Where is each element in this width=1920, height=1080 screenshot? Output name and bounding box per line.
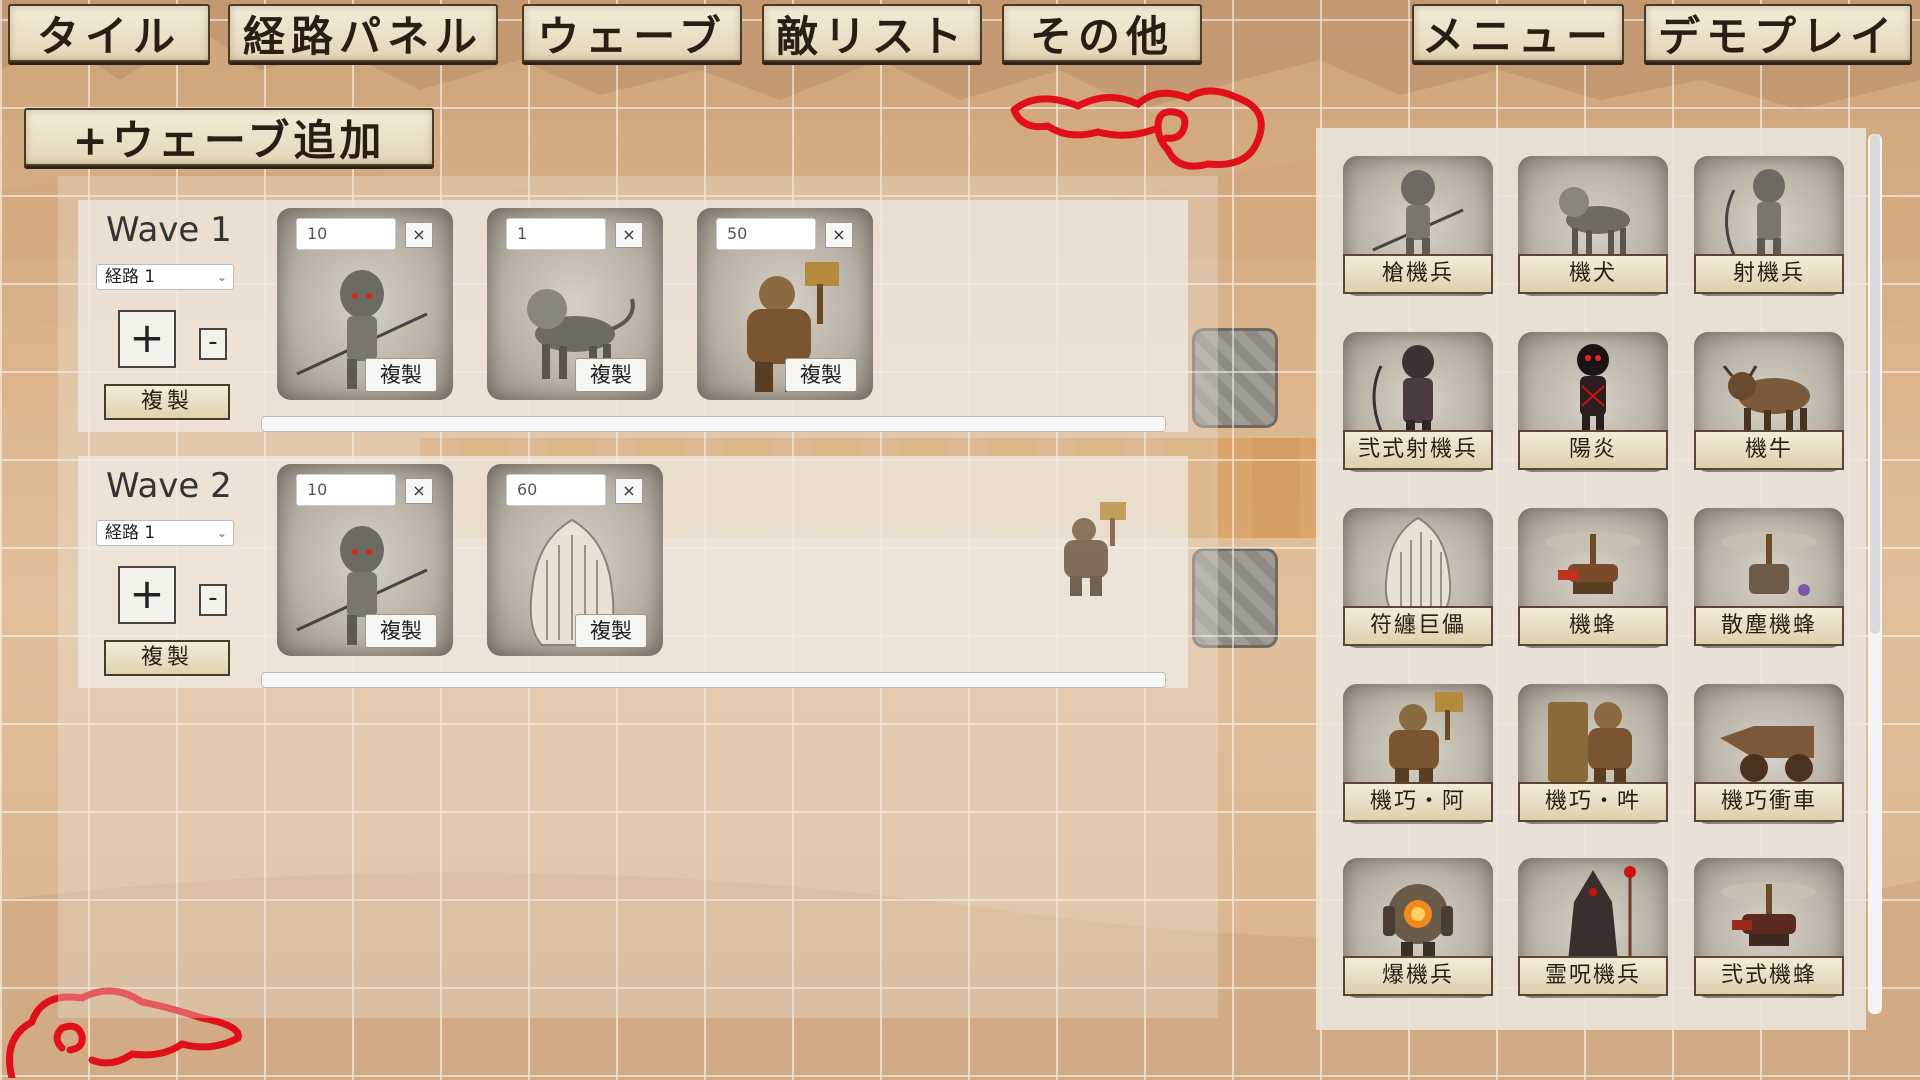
palette-enemy-label: 機牛 — [1694, 430, 1844, 470]
bomb-soldier-icon — [1383, 884, 1453, 962]
hammer-golem-icon — [1064, 502, 1126, 596]
palette-enemy-label: 射機兵 — [1694, 254, 1844, 294]
palette-enemy-label: 機巧衝車 — [1694, 782, 1844, 822]
palette-enemy-label: 機巧・吽 — [1518, 782, 1668, 822]
add-enemy-button[interactable]: + — [118, 566, 176, 624]
enemy-count-input[interactable]: 10 — [296, 474, 396, 506]
remove-enemy-entry-button[interactable]: × — [405, 222, 433, 248]
mech-bull-icon — [1722, 365, 1810, 432]
tab-tile[interactable]: タイル — [8, 4, 210, 62]
wave-controls: Wave 2 経路 1 ⌄ + - 複製 — [78, 456, 258, 688]
palette-enemy-card[interactable]: 機巧・吽 — [1518, 684, 1668, 824]
chevron-down-icon: ⌄ — [216, 270, 227, 284]
dark-archer-icon — [1372, 345, 1434, 436]
enemy-count-input[interactable]: 1 — [506, 218, 606, 250]
curse-mage-icon — [1568, 866, 1636, 962]
palette-enemy-card[interactable]: 機巧衝車 — [1694, 684, 1844, 824]
tab-other[interactable]: その他 — [1002, 4, 1202, 62]
palette-enemy-card[interactable]: 射機兵 — [1694, 156, 1844, 296]
duplicate-enemy-button[interactable]: 複製 — [365, 358, 437, 392]
duplicate-enemy-button[interactable]: 複製 — [365, 614, 437, 648]
palette-enemy-card[interactable]: 弐式機蜂 — [1694, 858, 1844, 998]
wave-controls: Wave 1 経路 1 ⌄ + - 複製 — [78, 200, 258, 432]
tab-wave[interactable]: ウェーブ — [522, 4, 742, 62]
wave-enemy-strip: 10 × 複製 1 × 複製 50 × 複製 — [261, 200, 1188, 432]
heat-shimmer-icon — [1577, 344, 1609, 436]
palette-enemy-card[interactable]: 符纏巨儡 — [1343, 508, 1493, 648]
palette-enemy-card[interactable]: 槍機兵 — [1343, 156, 1493, 296]
palette-enemy-label: 槍機兵 — [1343, 254, 1493, 294]
remove-enemy-entry-button[interactable]: × — [615, 222, 643, 248]
menu-button[interactable]: メニュー — [1412, 4, 1624, 62]
palette-enemy-card[interactable]: 機犬 — [1518, 156, 1668, 296]
wave-row: Wave 1 経路 1 ⌄ + - 複製 10 × 複製 1 × 複製 50 ×… — [78, 200, 1188, 432]
remove-enemy-button[interactable]: - — [199, 584, 227, 616]
route-select-value: 経路 1 — [105, 267, 156, 287]
palette-enemy-label: 符纏巨儡 — [1343, 606, 1493, 646]
demo-play-button[interactable]: デモプレイ — [1644, 4, 1912, 62]
remove-enemy-entry-button[interactable]: × — [825, 222, 853, 248]
palette-enemy-label: 弐式機蜂 — [1694, 956, 1844, 996]
mech-bee-mk2-icon — [1721, 882, 1817, 946]
route-select[interactable]: 経路 1 ⌄ — [96, 520, 234, 546]
duplicate-wave-button[interactable]: 複製 — [104, 640, 230, 676]
palette-enemy-card[interactable]: 機巧・阿 — [1343, 684, 1493, 824]
tab-enemy-list[interactable]: 敵リスト — [762, 4, 982, 62]
duplicate-enemy-button[interactable]: 複製 — [575, 358, 647, 392]
spear-soldier-icon — [1372, 170, 1464, 260]
battering-ram-icon — [1720, 726, 1814, 782]
remove-enemy-button[interactable]: - — [199, 328, 227, 360]
dust-bee-icon — [1721, 532, 1817, 596]
talisman-giant-icon — [1384, 516, 1452, 612]
palette-enemy-label: 陽炎 — [1518, 430, 1668, 470]
palette-enemy-card[interactable]: 陽炎 — [1518, 332, 1668, 472]
horizontal-scrollbar[interactable] — [261, 672, 1166, 688]
palette-enemy-label: 弐式射機兵 — [1343, 430, 1493, 470]
duplicate-enemy-button[interactable]: 複製 — [785, 358, 857, 392]
palette-enemy-label: 機巧・阿 — [1343, 782, 1493, 822]
tab-route-panel[interactable]: 経路パネル — [228, 4, 498, 62]
palette-enemy-label: 霊呪機兵 — [1518, 956, 1668, 996]
duplicate-enemy-button[interactable]: 複製 — [575, 614, 647, 648]
palette-enemy-card[interactable]: 弐式射機兵 — [1343, 332, 1493, 472]
palette-enemy-card[interactable]: 機牛 — [1694, 332, 1844, 472]
palette-enemy-card[interactable]: 機蜂 — [1518, 508, 1668, 648]
route-select-value: 経路 1 — [105, 523, 156, 543]
palette-enemy-label: 爆機兵 — [1343, 956, 1493, 996]
palette-enemy-card[interactable]: 爆機兵 — [1343, 858, 1493, 998]
remove-enemy-entry-button[interactable]: × — [615, 478, 643, 504]
palette-enemy-card[interactable]: 散塵機蜂 — [1694, 508, 1844, 648]
enemy-card: 1 × 複製 — [487, 208, 663, 400]
shield-golem-icon — [1548, 702, 1632, 788]
route-select[interactable]: 経路 1 ⌄ — [96, 264, 234, 290]
wave-title: Wave 2 — [106, 466, 232, 506]
add-enemy-button[interactable]: + — [118, 310, 176, 368]
enemy-card: 10 × 複製 — [277, 464, 453, 656]
palette-scrollbar-thumb[interactable] — [1870, 134, 1880, 634]
wave-title: Wave 1 — [106, 210, 232, 250]
remove-enemy-entry-button[interactable]: × — [405, 478, 433, 504]
enemy-card: 50 × 複製 — [697, 208, 873, 400]
enemy-count-input[interactable]: 50 — [716, 218, 816, 250]
palette-enemy-label: 散塵機蜂 — [1694, 606, 1844, 646]
red-cloud-decoration — [1010, 87, 1265, 170]
chevron-down-icon: ⌄ — [216, 526, 227, 540]
palette-enemy-card[interactable]: 霊呪機兵 — [1518, 858, 1668, 998]
palette-enemy-label: 機蜂 — [1518, 606, 1668, 646]
enemy-card: 10 × 複製 — [277, 208, 453, 400]
archer-soldier-icon — [1725, 169, 1785, 260]
horizontal-scrollbar[interactable] — [261, 416, 1166, 432]
palette-enemy-label: 機犬 — [1518, 254, 1668, 294]
duplicate-wave-button[interactable]: 複製 — [104, 384, 230, 420]
wave-row: Wave 2 経路 1 ⌄ + - 複製 10 × 複製 60 × 複製 — [78, 456, 1188, 688]
mech-bee-icon — [1545, 532, 1641, 594]
add-wave-button[interactable]: +ウェーブ追加 — [24, 108, 434, 166]
enemy-count-input[interactable]: 60 — [506, 474, 606, 506]
enemy-count-input[interactable]: 10 — [296, 218, 396, 250]
mech-dog-icon — [1559, 187, 1630, 256]
hammer-golem-icon — [1389, 692, 1463, 788]
enemy-card: 60 × 複製 — [487, 464, 663, 656]
